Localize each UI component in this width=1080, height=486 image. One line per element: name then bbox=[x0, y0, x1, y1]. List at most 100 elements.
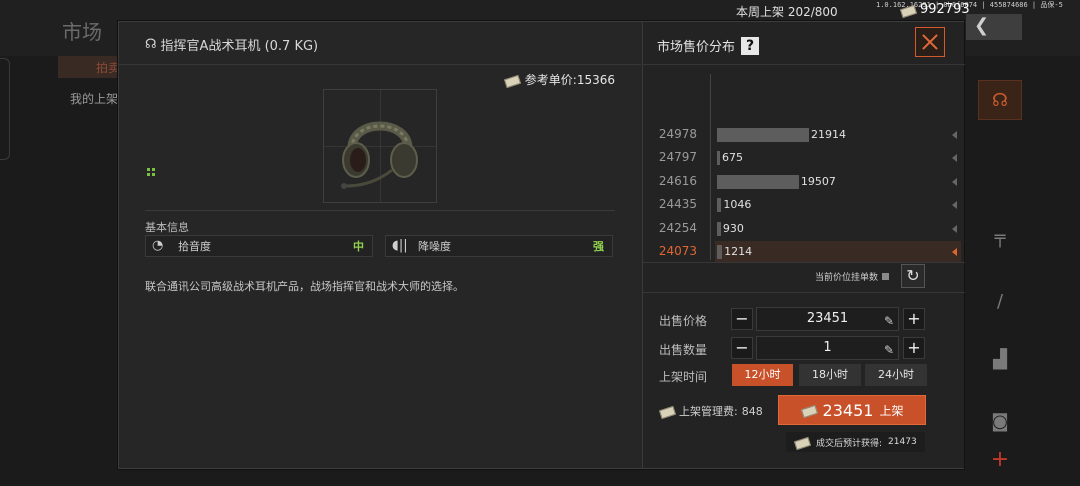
item-preview bbox=[323, 89, 437, 203]
price-level-row[interactable]: 1046 bbox=[715, 194, 961, 216]
row-marker-icon bbox=[952, 154, 957, 163]
reference-price: 参考单价: 15366 bbox=[504, 71, 615, 88]
refresh-icon: ↻ bbox=[906, 266, 920, 285]
stat-value: 中 bbox=[353, 240, 364, 253]
grid-size-icon bbox=[147, 168, 155, 176]
money-icon bbox=[794, 437, 810, 447]
market-screen-title: 市场 bbox=[62, 20, 102, 44]
vest-icon[interactable]: ▟ bbox=[978, 340, 1022, 380]
help-button[interactable]: ? bbox=[741, 36, 760, 55]
expected-value: 21473 bbox=[888, 437, 917, 447]
basic-info-label: 基本信息 bbox=[145, 221, 189, 234]
knife-icon[interactable]: / bbox=[978, 282, 1022, 322]
order-count-label: 675 bbox=[722, 151, 743, 165]
price-tick-label: 24616 bbox=[658, 173, 697, 188]
weekly-value: 202/800 bbox=[787, 5, 838, 19]
sell-price-label: 出售价格 bbox=[659, 314, 708, 328]
price-decrease-button[interactable]: − bbox=[731, 308, 753, 330]
divider bbox=[643, 262, 965, 263]
fee-label: 上架管理费: bbox=[679, 405, 738, 418]
current-order-count-legend: 当前价位挂单数 bbox=[815, 270, 890, 283]
distribution-title-text: 市场售价分布 bbox=[657, 40, 736, 55]
price-distribution-title: 市场售价分布 ? bbox=[657, 36, 760, 55]
coin-amount: 992793 bbox=[920, 2, 970, 17]
list-item-button[interactable]: 23451 上架 bbox=[778, 395, 926, 425]
order-count-label: 1214 bbox=[724, 245, 753, 258]
price-level-row[interactable]: 675 bbox=[715, 147, 961, 169]
order-count-bar bbox=[717, 221, 721, 236]
price-level-row[interactable]: 19507 bbox=[715, 171, 961, 193]
price-level-row[interactable]: 1214 bbox=[715, 241, 961, 263]
sell-quantity-label: 出售数量 bbox=[659, 343, 708, 357]
divider bbox=[145, 210, 615, 211]
backpack-icon[interactable]: ◙ bbox=[978, 402, 1022, 442]
left-edge-handle bbox=[0, 58, 10, 160]
edit-pencil-icon: ✎ bbox=[883, 314, 894, 328]
quantity-decrease-button[interactable]: − bbox=[731, 337, 753, 359]
price-tick-label: 24435 bbox=[658, 197, 697, 212]
fee-value: 848 bbox=[741, 404, 763, 418]
order-count-label: 21914 bbox=[811, 128, 846, 141]
item-description: 联合通讯公司高级战术耳机产品，战场指挥官和战术大师的选择。 bbox=[145, 280, 464, 293]
sell-item-dialog: ☊ 指挥官A战术耳机 (0.7 KG) 参考单价: 15366 基本信息 ◔ 拾… bbox=[118, 21, 965, 469]
item-title: ☊ 指挥官A战术耳机 (0.7 KG) bbox=[145, 35, 318, 54]
row-marker-icon bbox=[952, 131, 957, 139]
row-marker-icon bbox=[952, 248, 957, 256]
list-label: 上架 bbox=[879, 403, 904, 418]
order-count-bar bbox=[717, 151, 720, 166]
price-distribution-chart: 24978 21914 24797 675 24616 19507 24435 1046 242… bbox=[643, 74, 965, 264]
stat-name: 降噪度 bbox=[418, 240, 451, 253]
price-level-row[interactable]: 21914 bbox=[715, 124, 961, 146]
headset-image bbox=[341, 121, 418, 189]
sell-price-value: 23451 bbox=[806, 311, 849, 326]
quantity-increase-button[interactable]: + bbox=[903, 337, 925, 359]
close-button[interactable] bbox=[915, 27, 945, 57]
duration-24h-button[interactable]: 24小时 bbox=[865, 364, 927, 386]
stat-pickup: ◔ 拾音度 中 bbox=[145, 235, 373, 257]
money-icon bbox=[504, 75, 520, 85]
headset-icon: ☊ bbox=[145, 37, 157, 52]
row-marker-icon bbox=[952, 201, 957, 210]
row-marker-icon bbox=[952, 177, 957, 186]
price-tick-label: 24797 bbox=[658, 150, 697, 165]
headset-icon[interactable]: ☊ bbox=[978, 80, 1022, 120]
legend-swatch bbox=[882, 273, 890, 280]
price-tick-label: 24073 bbox=[658, 244, 697, 258]
order-count-label: 1046 bbox=[723, 198, 752, 212]
duration-18h-button[interactable]: 18小时 bbox=[799, 364, 861, 386]
stat-noise-reduction: ◖|| 降噪度 强 bbox=[385, 235, 613, 257]
sell-price-input[interactable]: 23451 ✎ bbox=[756, 307, 899, 331]
price-tick-label: 24978 bbox=[658, 127, 697, 141]
sell-quantity-input[interactable]: 1 ✎ bbox=[756, 336, 899, 360]
my-listings-label[interactable]: 我的上架 bbox=[70, 90, 118, 107]
duration-12h-button[interactable]: 12小时 bbox=[732, 364, 793, 386]
noise-reduction-icon: ◖|| bbox=[392, 238, 408, 253]
back-arrow-icon: ❮ bbox=[974, 15, 990, 36]
ref-price-label: 参考单价: bbox=[524, 73, 577, 87]
order-count-bar bbox=[717, 128, 809, 142]
price-level-row[interactable]: 930 bbox=[715, 218, 961, 240]
sell-quantity-value: 1 bbox=[823, 340, 832, 355]
stat-name: 拾音度 bbox=[178, 240, 211, 253]
add-icon[interactable]: + bbox=[978, 440, 1022, 480]
money-icon bbox=[900, 5, 916, 15]
currency-display: 992793 bbox=[900, 2, 970, 17]
money-icon bbox=[801, 405, 817, 415]
item-info-panel: ☊ 指挥官A战术耳机 (0.7 KG) 参考单价: 15366 基本信息 ◔ 拾… bbox=[119, 22, 641, 468]
category-sidebar: ☊ ╤ / ▟ ◙ + bbox=[978, 70, 1024, 486]
back-button[interactable]: ❮ bbox=[966, 14, 1022, 40]
weekly-label: 本周上架 bbox=[736, 5, 785, 19]
expected-earnings: 成交后预计获得: 21473 bbox=[786, 432, 925, 452]
order-count-label: 19507 bbox=[800, 174, 836, 188]
money-icon bbox=[659, 406, 675, 416]
rifle-icon[interactable]: ╤ bbox=[978, 218, 1022, 258]
price-tick-label: 24254 bbox=[658, 220, 697, 235]
expected-label: 成交后预计获得: bbox=[816, 438, 883, 449]
chart-axis bbox=[710, 74, 711, 260]
legend-label: 当前价位挂单数 bbox=[815, 273, 879, 283]
price-increase-button[interactable]: + bbox=[903, 308, 925, 330]
refresh-button[interactable]: ↻ bbox=[901, 264, 925, 288]
order-count-bar bbox=[717, 245, 723, 259]
item-name: 指挥官A战术耳机 (0.7 KG) bbox=[160, 39, 319, 54]
order-count-label: 930 bbox=[722, 221, 744, 235]
